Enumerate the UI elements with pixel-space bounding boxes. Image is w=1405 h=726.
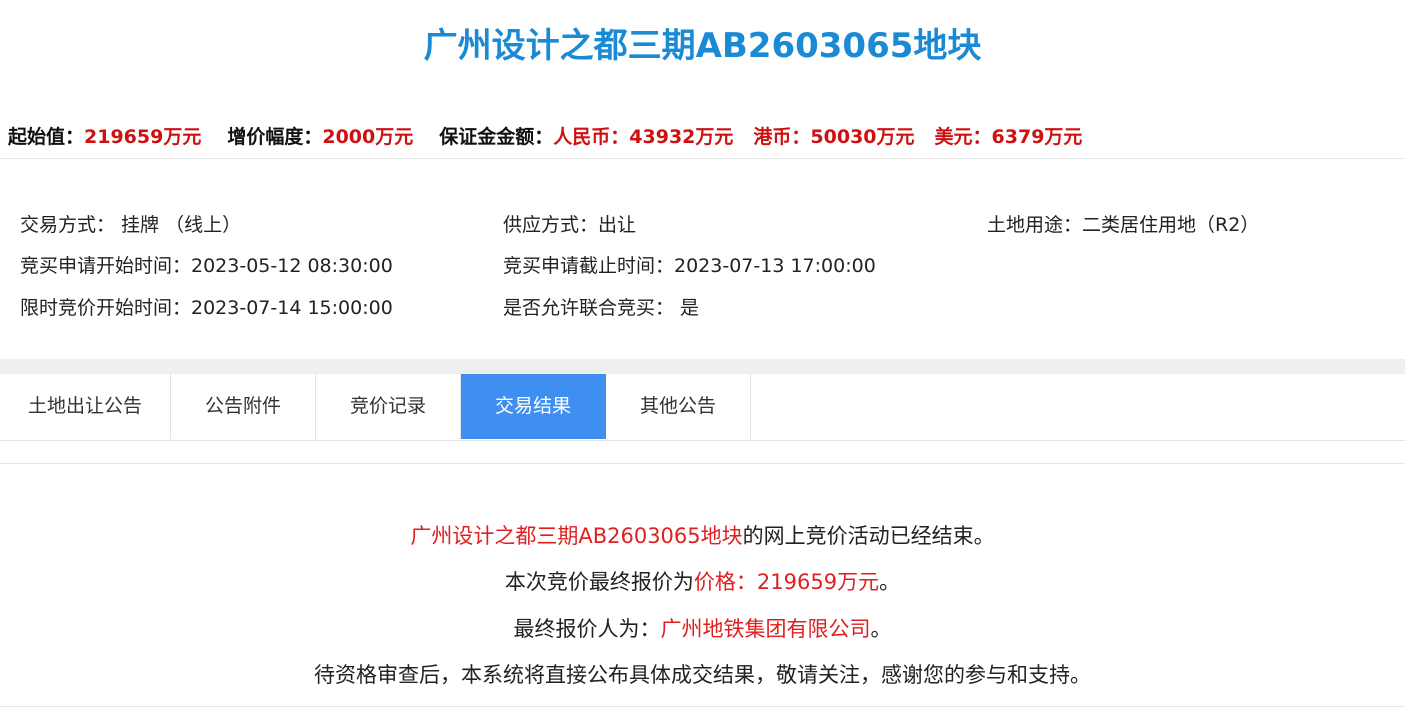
result-line-3: 最终报价人为：广州地铁集团有限公司。: [0, 614, 1405, 644]
deposit-label: 保证金金额：: [439, 126, 554, 148]
result-line-1-text: 的网上竞价活动已经结束。: [742, 524, 995, 548]
deposit-usd-value: 6379万元: [991, 126, 1083, 148]
tab-trade-result[interactable]: 交易结果: [461, 374, 606, 439]
land-use: 土地用途：二类居住用地（R2）: [987, 214, 1260, 236]
tab-bidding-records[interactable]: 竞价记录: [316, 374, 461, 439]
increment-label: 增价幅度：: [227, 126, 323, 148]
result-parcel-name: 广州设计之都三期AB2603065地块: [410, 524, 743, 548]
divider: [0, 463, 1405, 464]
deposit-hkd-label: 港币：: [753, 126, 811, 148]
divider: [0, 706, 1405, 707]
deposit-usd-label: 美元：: [934, 126, 992, 148]
deposit-rmb-label: 人民币：: [553, 126, 630, 148]
section-separator: [0, 359, 1405, 374]
deposit-rmb-value: 43932万元: [629, 126, 734, 148]
page-title: 广州设计之都三期AB2603065地块: [423, 26, 982, 66]
result-line-2: 本次竞价最终报价为价格：219659万元。: [0, 567, 1405, 597]
trade-method: 交易方式： 挂牌 （线上）: [20, 214, 242, 236]
apply-end-time: 竞买申请截止时间：2023-07-13 17:00:00: [503, 255, 876, 277]
increment-value: 2000万元: [322, 126, 414, 148]
apply-start-time: 竞买申请开始时间：2023-05-12 08:30:00: [20, 255, 393, 277]
result-line-2-end: 。: [879, 570, 901, 594]
result-line-1: 广州设计之都三期AB2603065地块的网上竞价活动已经结束。: [0, 521, 1405, 551]
start-price-label: 起始值：: [8, 126, 85, 148]
result-line-4: 待资格审查后，本系统将直接公布具体成交结果，敬请关注，感谢您的参与和支持。: [314, 663, 1091, 687]
result-line-3-text: 最终报价人为：: [513, 617, 661, 641]
start-price-value: 219659万元: [84, 126, 202, 148]
deposit-hkd-value: 50030万元: [810, 126, 915, 148]
bid-start-time: 限时竞价开始时间：2023-07-14 15:00:00: [20, 297, 393, 319]
result-line-3-end: 。: [870, 617, 892, 641]
supply-method: 供应方式：出让: [503, 214, 637, 236]
tab-bar: 土地出让公告 公告附件 竞价记录 交易结果 其他公告: [0, 374, 1405, 441]
joint-bid-allowed: 是否允许联合竞买： 是: [503, 297, 700, 319]
tab-land-transfer-notice[interactable]: 土地出让公告: [0, 374, 171, 439]
divider: [0, 158, 1405, 159]
final-bidder: 广州地铁集团有限公司: [660, 617, 871, 641]
price-summary-bar: 起始值：219659万元 增价幅度：2000万元 保证金金额：人民币：43932万元…: [8, 123, 1082, 151]
tab-other-notices[interactable]: 其他公告: [606, 374, 751, 439]
final-price: 价格：219659万元: [693, 570, 880, 594]
result-line-2-text: 本次竞价最终报价为: [504, 570, 694, 594]
tab-notice-attachments[interactable]: 公告附件: [171, 374, 316, 439]
